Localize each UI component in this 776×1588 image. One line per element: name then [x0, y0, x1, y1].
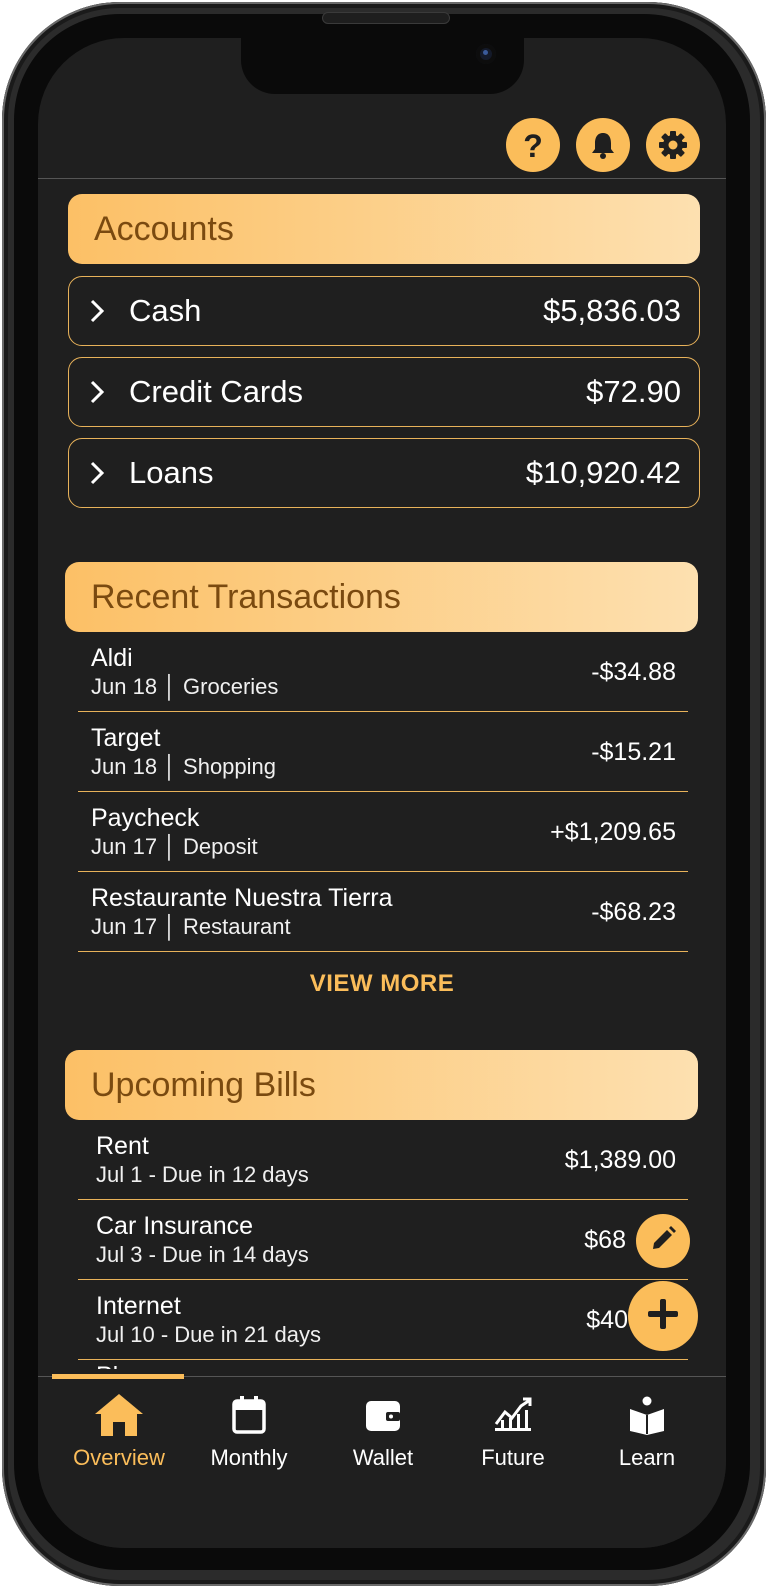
- account-name: Loans: [129, 455, 214, 490]
- app-screen: ? Accounts Cash $5,836.03 Credit Cards $…: [38, 38, 726, 1548]
- notch: [241, 38, 524, 94]
- nav-future[interactable]: Future: [448, 1389, 578, 1471]
- transaction-detail: Jun 17 │ Deposit: [91, 834, 258, 859]
- transaction-row[interactable]: Aldi Jun 18 │ Groceries -$34.88: [78, 632, 688, 712]
- account-balance: $10,920.42: [525, 455, 681, 490]
- bill-name: Car Insurance: [96, 1212, 254, 1240]
- accounts-title: Accounts: [94, 209, 234, 248]
- transaction-merchant: Target: [91, 724, 161, 752]
- transaction-amount: +$1,209.65: [550, 818, 676, 846]
- chevron-right-icon: [89, 460, 113, 486]
- nav-wallet[interactable]: Wallet: [318, 1389, 448, 1471]
- top-action-bar: ?: [506, 118, 700, 172]
- bill-due: Jul 1 - Due in 12 days: [96, 1162, 309, 1187]
- svg-text:?: ?: [523, 128, 543, 162]
- bottom-navigation: Overview Monthly Wallet Future Learn: [38, 1374, 726, 1548]
- nav-label: Wallet: [352, 1445, 414, 1470]
- transaction-merchant: Aldi: [91, 644, 133, 672]
- account-name: Cash: [129, 293, 202, 328]
- bill-due: Jul 10 - Due in 21 days: [96, 1322, 322, 1347]
- bill-row[interactable]: Internet Jul 10 - Due in 21 days $40: [78, 1280, 688, 1360]
- transaction-amount: -$15.21: [591, 738, 676, 766]
- bill-name: Rent: [96, 1132, 149, 1160]
- wallet-icon: [318, 1389, 448, 1441]
- account-row-cash[interactable]: Cash $5,836.03: [68, 276, 700, 346]
- chevron-right-icon: [89, 379, 113, 405]
- header-divider: [38, 178, 726, 179]
- active-tab-indicator: [52, 1374, 184, 1379]
- bill-due: Jul 3 - Due in 14 days: [96, 1242, 309, 1267]
- calendar-icon: [184, 1389, 314, 1441]
- account-balance: $72.90: [586, 374, 681, 409]
- nav-learn[interactable]: Learn: [582, 1389, 712, 1471]
- transaction-amount: -$34.88: [591, 658, 676, 686]
- accounts-header: Accounts: [68, 194, 700, 264]
- speaker: [322, 12, 450, 24]
- bill-name: Internet: [96, 1292, 181, 1320]
- nav-label: Monthly: [210, 1445, 288, 1470]
- bills-header: Upcoming Bills: [65, 1050, 698, 1120]
- edit-button[interactable]: [636, 1214, 690, 1268]
- nav-label: Learn: [618, 1445, 676, 1470]
- transaction-detail: Jun 18 │ Groceries: [91, 674, 279, 699]
- account-row-loans[interactable]: Loans $10,920.42: [68, 438, 700, 508]
- transaction-amount: -$68.23: [591, 898, 676, 926]
- book-icon: [582, 1389, 712, 1441]
- account-name: Credit Cards: [129, 374, 303, 409]
- nav-overview[interactable]: Overview: [54, 1389, 184, 1471]
- account-row-credit-cards[interactable]: Credit Cards $72.90: [68, 357, 700, 427]
- account-balance: $5,836.03: [543, 293, 681, 328]
- bill-amount: $1,389.00: [564, 1146, 676, 1174]
- transaction-merchant: Paycheck: [91, 804, 200, 832]
- view-more-button[interactable]: VIEW MORE: [38, 970, 726, 998]
- chevron-right-icon: [89, 298, 113, 324]
- edit-icon: [648, 1224, 678, 1259]
- front-camera: [476, 44, 496, 64]
- bills-title: Upcoming Bills: [91, 1065, 316, 1104]
- transaction-row[interactable]: Restaurante Nuestra Tierra Jun 17 │ Rest…: [78, 872, 688, 952]
- transactions-header: Recent Transactions: [65, 562, 698, 632]
- add-button[interactable]: [628, 1281, 698, 1351]
- plus-icon: [645, 1296, 681, 1337]
- home-icon: [54, 1389, 184, 1441]
- transaction-merchant: Restaurante Nuestra Tierra: [91, 884, 393, 912]
- transaction-row[interactable]: Target Jun 18 │ Shopping -$15.21: [78, 712, 688, 792]
- bell-icon[interactable]: [576, 118, 630, 172]
- bill-amount: $68: [584, 1226, 626, 1254]
- bill-amount: $40: [586, 1306, 628, 1334]
- bill-row[interactable]: Rent Jul 1 - Due in 12 days $1,389.00: [78, 1120, 688, 1200]
- help-icon[interactable]: ?: [506, 118, 560, 172]
- nav-monthly[interactable]: Monthly: [184, 1389, 314, 1471]
- transaction-detail: Jun 18 │ Shopping: [91, 754, 277, 779]
- transactions-title: Recent Transactions: [91, 577, 401, 616]
- transaction-row[interactable]: Paycheck Jun 17 │ Deposit +$1,209.65: [78, 792, 688, 872]
- bill-row[interactable]: Car Insurance Jul 3 - Due in 14 days $68: [78, 1200, 688, 1280]
- nav-label: Overview: [73, 1445, 165, 1470]
- transaction-detail: Jun 17 │ Restaurant: [91, 914, 291, 939]
- nav-label: Future: [481, 1445, 545, 1470]
- chart-icon: [448, 1389, 578, 1441]
- gear-icon[interactable]: [646, 118, 700, 172]
